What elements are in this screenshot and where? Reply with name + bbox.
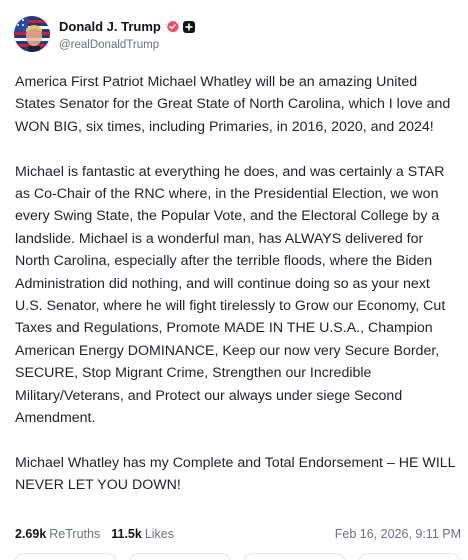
author-handle[interactable]: @realDonaldTrump bbox=[59, 39, 195, 51]
retruths-stat[interactable]: 2.69k ReTruths bbox=[15, 527, 100, 541]
name-row: Donald J. Trump bbox=[59, 18, 195, 36]
post-paragraph: Michael Whatley has my Complete and Tota… bbox=[15, 454, 456, 494]
retruths-count: 2.69k bbox=[15, 527, 47, 541]
post-header: Donald J. Trump @realDonaldTrump bbox=[14, 16, 195, 52]
post-paragraph: America First Patriot Michael Whatley wi… bbox=[15, 74, 451, 135]
retruth-button[interactable] bbox=[128, 553, 231, 560]
author-display-name[interactable]: Donald J. Trump bbox=[59, 19, 161, 34]
likes-label: Likes bbox=[144, 527, 175, 541]
post-timestamp[interactable]: Feb 16, 2026, 9:11 PM bbox=[335, 527, 461, 541]
post-paragraph: Michael is fantastic at everything he do… bbox=[15, 163, 446, 427]
author-names: Donald J. Trump @realDonaldTrump bbox=[59, 18, 195, 51]
share-button[interactable] bbox=[357, 553, 460, 560]
retruths-label: ReTruths bbox=[49, 527, 101, 541]
likes-stat[interactable]: 11.5k Likes bbox=[111, 527, 174, 541]
plus-badge-icon bbox=[182, 20, 195, 33]
post-stats: 2.69k ReTruths 11.5k Likes Feb 16, 2026,… bbox=[15, 527, 461, 541]
action-bar bbox=[14, 553, 460, 560]
avatar[interactable] bbox=[14, 16, 50, 52]
likes-count: 11.5k bbox=[111, 527, 142, 541]
verified-badge-icon bbox=[166, 20, 179, 33]
like-button[interactable] bbox=[243, 553, 346, 560]
avatar-image bbox=[14, 16, 50, 52]
reply-button[interactable] bbox=[14, 553, 117, 560]
post-card: Donald J. Trump @realDonaldTrump America… bbox=[0, 0, 468, 560]
post-body: America First Patriot Michael Whatley wi… bbox=[15, 71, 460, 497]
